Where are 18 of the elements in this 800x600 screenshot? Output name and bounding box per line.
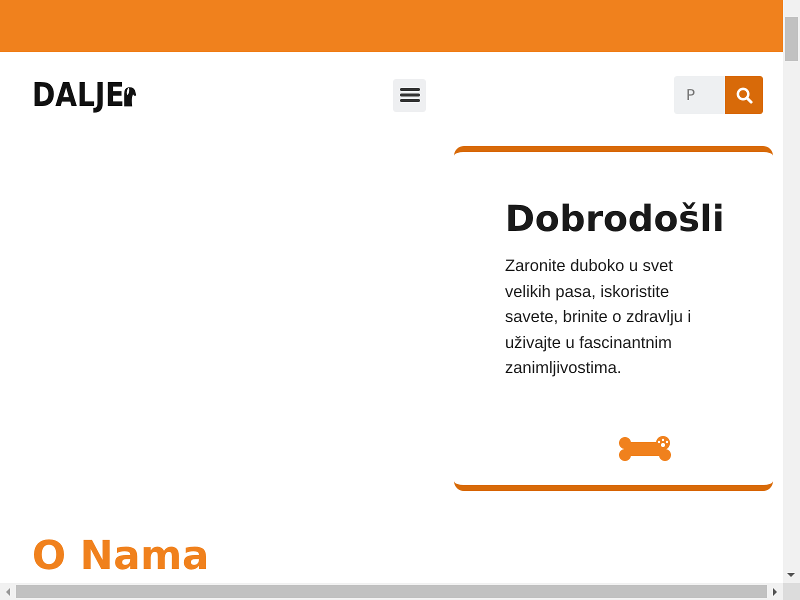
right-arrow-icon[interactable] bbox=[772, 586, 778, 596]
bone-icon bbox=[618, 436, 672, 462]
search-icon bbox=[736, 86, 752, 104]
scrollbar-thumb[interactable] bbox=[785, 17, 798, 61]
search-field[interactable]: P bbox=[674, 76, 725, 114]
horizontal-scrollbar[interactable] bbox=[0, 583, 783, 600]
down-arrow-icon[interactable] bbox=[786, 572, 796, 578]
card-text: Zaronite duboko u svet velikih pasa, iskoristite savete, brinite o zdravlju i uživajte u fascinantnim zanimljivostima. bbox=[505, 256, 692, 379]
card-title: Dobrodošli bbox=[505, 198, 726, 242]
logo-text[interactable]: DALJE bbox=[32, 76, 124, 114]
search-button[interactable] bbox=[725, 76, 763, 114]
scrollbar-corner bbox=[783, 583, 800, 600]
section-heading: O Nama bbox=[32, 533, 210, 579]
menu-icon bbox=[400, 87, 420, 103]
left-arrow-icon[interactable] bbox=[5, 586, 11, 596]
scrollbar-thumb[interactable] bbox=[16, 585, 767, 598]
menu-button[interactable] bbox=[393, 78, 426, 112]
vertical-scrollbar[interactable] bbox=[783, 0, 800, 583]
